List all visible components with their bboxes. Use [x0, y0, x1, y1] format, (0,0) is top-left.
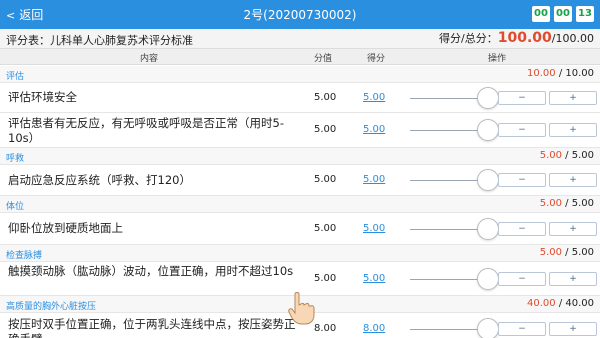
max-score: /100.00 [551, 32, 594, 45]
section-score: 40.00 / 40.00 [527, 298, 594, 309]
item-text: 仰卧位放到硬质地面上 [8, 221, 123, 235]
item-text: 评估患者有无反应，有无呼吸或呼吸是否正常（用时5-10s） [8, 116, 284, 145]
col-max: 分值 [314, 54, 333, 64]
item-max: 5.00 [314, 124, 337, 135]
score-slider-knob[interactable] [477, 268, 499, 290]
item-got-link[interactable]: 5.00 [363, 223, 385, 234]
score-page: < 返回 2号(20200730002) 00 00 13 评分表：儿科单人心肺复… [0, 0, 600, 338]
score-slider-knob[interactable] [477, 87, 499, 109]
score-slider-knob[interactable] [477, 169, 499, 191]
section-max: / 40.00 [555, 298, 594, 309]
col-content: 内容 [140, 54, 159, 64]
section-got: 5.00 [539, 150, 562, 161]
section-max: / 10.00 [555, 68, 594, 79]
section-score: 5.00 / 5.00 [540, 247, 594, 258]
section-header: 体位 5.00 / 5.00 [0, 196, 600, 213]
total-score: 得分/总分：100.00/100.00 [439, 30, 594, 46]
col-got: 得分 [367, 54, 386, 64]
score-item: 启动应急反应系统（呼救、打120） 5.00 5.00 − + [0, 165, 600, 196]
plus-button[interactable]: + [549, 173, 597, 187]
section-got: 40.00 [527, 298, 556, 309]
timer: 00 00 13 [532, 6, 594, 22]
score-header: 评分表：儿科单人心肺复苏术评分标准 得分/总分：100.00/100.00 [0, 29, 600, 49]
section-score: 10.00 / 10.00 [527, 68, 594, 79]
score-item: 评估患者有无反应，有无呼吸或呼吸是否正常（用时5-10s） 5.00 5.00 … [0, 113, 600, 148]
section-name: 高质量的胸外心脏按压 [6, 302, 97, 312]
item-got-link[interactable]: 8.00 [363, 323, 385, 334]
minus-button[interactable]: − [498, 322, 546, 336]
section-max: / 5.00 [562, 247, 594, 258]
current-score: 100.00 [497, 30, 552, 46]
plus-button[interactable]: + [549, 91, 597, 105]
score-slider-knob[interactable] [477, 218, 499, 240]
item-max: 5.00 [314, 223, 337, 234]
item-text: 评估环境安全 [8, 90, 77, 104]
item-got-link[interactable]: 5.00 [363, 174, 385, 185]
column-header: 内容 分值 得分 操作 [0, 49, 600, 65]
section-max: / 5.00 [562, 150, 594, 161]
minus-button[interactable]: − [498, 173, 546, 187]
score-item: 仰卧位放到硬质地面上 5.00 5.00 − + [0, 213, 600, 245]
total-label: 得分/总分： [439, 32, 498, 45]
section-max: / 5.00 [562, 198, 594, 209]
section-got: 10.00 [527, 68, 556, 79]
plus-button[interactable]: + [549, 322, 597, 336]
item-got-link[interactable]: 5.00 [363, 273, 385, 284]
section-got: 5.00 [539, 198, 562, 209]
page-title: 2号(20200730002) [243, 8, 357, 22]
score-slider-knob[interactable] [477, 119, 499, 141]
item-text: 启动应急反应系统（呼救、打120） [8, 173, 191, 187]
section-header: 检查脉搏 5.00 / 5.00 [0, 245, 600, 262]
item-got-link[interactable]: 5.00 [363, 124, 385, 135]
section-got: 5.00 [539, 247, 562, 258]
section-score: 5.00 / 5.00 [540, 150, 594, 161]
score-slider-knob[interactable] [477, 318, 499, 338]
plus-button[interactable]: + [549, 272, 597, 286]
minus-button[interactable]: − [498, 272, 546, 286]
item-text: 按压时双手位置正确，位于两乳头连线中点，按压姿势正确手臂 [8, 317, 296, 338]
item-max: 5.00 [314, 92, 337, 103]
item-max: 5.00 [314, 174, 337, 185]
item-got-link[interactable]: 5.00 [363, 92, 385, 103]
col-action: 操作 [488, 54, 507, 64]
item-text: 触摸颈动脉（肱动脉）波动，位置正确，用时不超过10s [8, 264, 294, 278]
section-score: 5.00 / 5.00 [540, 198, 594, 209]
timer-hours: 00 [532, 6, 550, 22]
section-name: 体位 [6, 202, 25, 212]
section-header: 评估 10.00 / 10.00 [0, 66, 600, 83]
touch-hand-icon [288, 292, 315, 325]
minus-button[interactable]: − [498, 222, 546, 236]
item-max: 5.00 [314, 273, 337, 284]
plus-button[interactable]: + [549, 123, 597, 137]
minus-button[interactable]: − [498, 91, 546, 105]
timer-minutes: 00 [554, 6, 572, 22]
section-header: 呼救 5.00 / 5.00 [0, 148, 600, 165]
plus-button[interactable]: + [549, 222, 597, 236]
minus-button[interactable]: − [498, 123, 546, 137]
score-sheet-label: 评分表：儿科单人心肺复苏术评分标准 [6, 34, 193, 47]
section-name: 呼救 [6, 154, 25, 164]
timer-seconds: 13 [576, 6, 594, 22]
score-item: 评估环境安全 5.00 5.00 − + [0, 83, 600, 113]
section-name: 检查脉搏 [6, 251, 43, 261]
top-bar: < 返回 2号(20200730002) 00 00 13 [0, 0, 600, 29]
section-name: 评估 [6, 72, 25, 82]
